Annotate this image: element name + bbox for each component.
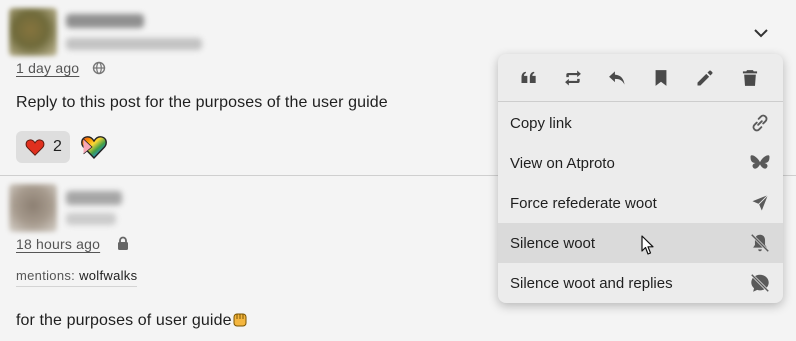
boost-button[interactable] xyxy=(559,64,587,92)
delete-button[interactable] xyxy=(736,64,764,92)
display-name-redacted xyxy=(66,191,122,205)
handle-redacted xyxy=(66,213,116,225)
mentions-label: mentions: xyxy=(16,268,76,283)
post-content-text: for the purposes of user guide xyxy=(16,312,232,329)
heart-reaction-button[interactable]: 2 xyxy=(16,131,70,163)
menu-item-label: Silence woot xyxy=(510,234,596,252)
display-name-redacted xyxy=(66,14,144,28)
reply-button[interactable] xyxy=(603,64,631,92)
menu-toolbar xyxy=(498,54,783,102)
heart-icon xyxy=(25,139,45,156)
copy-link-menu-item[interactable]: Copy link xyxy=(498,103,783,143)
lock-icon xyxy=(118,236,128,250)
globe-icon xyxy=(92,61,106,75)
link-icon xyxy=(752,114,768,132)
raised-fist-icon xyxy=(233,313,247,327)
delete-icon xyxy=(742,70,758,86)
edit-icon xyxy=(697,70,713,86)
post-timestamp[interactable]: 18 hours ago xyxy=(16,236,100,252)
send-icon xyxy=(750,193,770,213)
post-content: Reply to this post for the purposes of t… xyxy=(16,94,388,111)
post-context-menu: Copy link View on Atproto Force refedera… xyxy=(498,54,783,303)
post-content: for the purposes of user guide xyxy=(16,311,248,330)
bookmark-icon xyxy=(655,70,667,86)
force-refederate-menu-item[interactable]: Force refederate woot xyxy=(498,183,783,223)
pride-heart-icon[interactable] xyxy=(80,133,108,161)
view-on-atproto-menu-item[interactable]: View on Atproto xyxy=(498,143,783,183)
silence-woot-and-replies-menu-item[interactable]: Silence woot and replies xyxy=(498,263,783,303)
menu-item-label: Copy link xyxy=(510,114,572,132)
bell-off-icon xyxy=(750,233,770,253)
reaction-count: 2 xyxy=(53,138,62,155)
chevron-down-icon[interactable] xyxy=(748,22,774,44)
reply-icon xyxy=(609,71,625,85)
post-timestamp[interactable]: 1 day ago xyxy=(16,60,79,76)
silence-woot-menu-item[interactable]: Silence woot xyxy=(498,223,783,263)
chat-off-icon xyxy=(750,273,770,293)
mentions-line: mentions: wolfwalks xyxy=(16,268,138,287)
quote-icon xyxy=(521,71,536,83)
butterfly-icon xyxy=(750,155,770,169)
avatar[interactable] xyxy=(9,8,57,56)
avatar[interactable] xyxy=(9,184,57,232)
bookmark-button[interactable] xyxy=(647,64,675,92)
menu-item-label: Force refederate woot xyxy=(510,194,657,212)
menu-item-label: View on Atproto xyxy=(510,154,615,172)
menu-item-label: Silence woot and replies xyxy=(510,274,673,292)
edit-button[interactable] xyxy=(691,64,719,92)
quote-button[interactable] xyxy=(515,64,543,92)
mention-link[interactable]: wolfwalks xyxy=(79,268,137,283)
boost-icon xyxy=(565,70,581,86)
handle-redacted xyxy=(66,38,202,50)
